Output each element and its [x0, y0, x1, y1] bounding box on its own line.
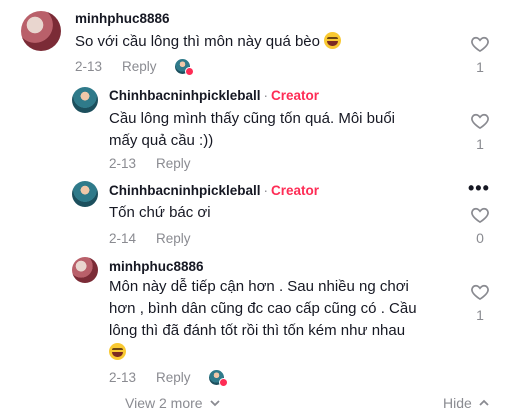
creator-liked-avatar-icon [174, 59, 194, 76]
reply-text-line: Cầu lông mình thấy cũng tốn quá. Môi buổ… [109, 110, 396, 127]
reply-text-line: Môn này dễ tiếp cận hơn . Sau nhiều ng c… [109, 278, 409, 295]
like-count: 0 [476, 230, 484, 246]
like-count: 1 [476, 307, 484, 323]
reply-date: 2-13 [109, 156, 137, 171]
comment-username[interactable]: minhphuc8886 [75, 11, 170, 26]
reply-username[interactable]: Chinhbacninhpickleball · Creator [109, 183, 319, 198]
laughing-emoji-icon [324, 32, 342, 49]
reply-meta: 2-13 Reply [109, 156, 191, 171]
reply-text: Tốn chứ bác ơi [109, 204, 211, 221]
reply-avatar[interactable] [72, 257, 98, 283]
chevron-down-icon [209, 400, 220, 407]
hide-replies-button[interactable]: Hide [443, 395, 490, 411]
view-more-replies-button[interactable]: View 2 more [125, 395, 221, 411]
heart-outline-icon [471, 36, 489, 53]
like-button[interactable]: 1 [468, 282, 492, 323]
laughing-emoji-icon [109, 343, 126, 360]
more-dots-icon[interactable]: ••• [468, 178, 490, 199]
reply-text-line: mấy quả cầu :)) [109, 132, 214, 149]
chevron-up-icon [479, 399, 489, 406]
like-button[interactable]: 1 [468, 34, 492, 75]
like-button[interactable]: 0 [468, 205, 492, 246]
reply-text: Cầu lông mình thấy cũng tốn quá. Môi buổ… [109, 108, 395, 152]
reply-button[interactable]: Reply [122, 59, 157, 74]
comment-text: So với cầu lông thì môn này quá bèo [75, 31, 342, 53]
heart-outline-icon [471, 207, 489, 224]
reply-date: 2-13 [109, 370, 137, 385]
separator-dot: · [263, 88, 269, 103]
creator-badge: Creator [271, 88, 320, 103]
reply-date: 2-14 [109, 231, 137, 246]
reply-button[interactable]: Reply [156, 156, 191, 171]
like-count: 1 [476, 136, 484, 152]
commenter-avatar[interactable] [21, 11, 61, 51]
reply-avatar[interactable] [72, 87, 98, 113]
reply-username[interactable]: minhphuc8886 [109, 259, 204, 274]
reply-username-text: Chinhbacninhpickleball [109, 88, 261, 103]
creator-liked-avatar-icon [208, 370, 228, 387]
comment-meta: 2-13 Reply [75, 59, 194, 76]
reply-text-line: lông thì đã đánh tốt rồi thì tốn kém như… [109, 322, 406, 339]
reply-text-line: hơn , bình dân cũng đc cao cấp cũng có .… [109, 300, 417, 317]
separator-dot: · [263, 183, 269, 198]
comment-text-content: So với cầu lông thì môn này quá bèo [75, 33, 320, 50]
reply-meta: 2-13 Reply [109, 370, 228, 387]
reply-avatar[interactable] [72, 181, 98, 207]
like-count: 1 [476, 59, 484, 75]
reply-meta: 2-14 Reply [109, 231, 191, 246]
like-button[interactable]: 1 [468, 111, 492, 152]
heart-outline-icon [471, 113, 489, 130]
reply-button[interactable]: Reply [156, 231, 191, 246]
view-more-label: View 2 more [125, 395, 203, 411]
comment-date: 2-13 [75, 59, 103, 74]
reply-emoji-line [109, 342, 417, 364]
creator-badge: Creator [271, 183, 320, 198]
reply-text: Môn này dễ tiếp cận hơn . Sau nhiều ng c… [109, 276, 417, 364]
reply-username-text: Chinhbacninhpickleball [109, 183, 261, 198]
reply-username[interactable]: Chinhbacninhpickleball · Creator [109, 88, 319, 103]
hide-label: Hide [443, 395, 472, 411]
heart-outline-icon [471, 284, 489, 301]
reply-button[interactable]: Reply [156, 370, 191, 385]
